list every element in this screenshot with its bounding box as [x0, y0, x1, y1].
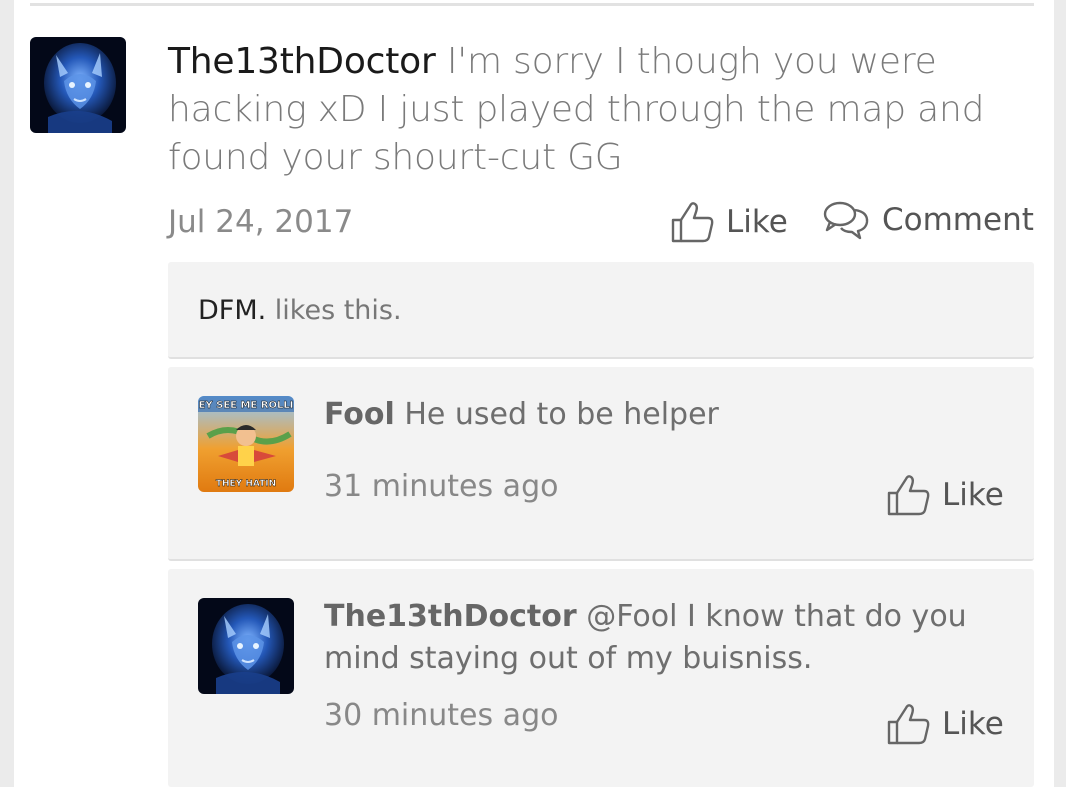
- comment-icon: [823, 201, 869, 240]
- avatar-bottom-caption: THEY HATIN: [216, 479, 276, 489]
- reply-item: EY SEE ME ROLLI THEY HATIN Fool He used …: [168, 367, 1034, 561]
- post-username[interactable]: The13thDoctor: [168, 41, 436, 82]
- reply-like-label: Like: [942, 706, 1004, 742]
- thumbs-up-icon: [671, 202, 714, 243]
- avatar-top-caption: EY SEE ME ROLLI: [199, 400, 294, 411]
- wolf-avatar-icon[interactable]: [198, 598, 294, 694]
- reply-like-button[interactable]: Like: [886, 700, 1004, 748]
- thumbs-up-icon: [887, 704, 930, 745]
- reply-text: Fool He used to be helper: [324, 394, 1014, 436]
- right-rail: [1054, 0, 1066, 787]
- post-like-button[interactable]: Like: [670, 198, 788, 246]
- reply-like-button[interactable]: Like: [886, 471, 1004, 519]
- post-date[interactable]: Jul 24, 2017: [168, 200, 353, 244]
- top-divider: [30, 3, 1034, 6]
- post-comment-label: Comment: [882, 202, 1034, 238]
- post-like-label: Like: [726, 204, 788, 240]
- reply-text: The13thDoctor @Fool I know that do you m…: [324, 596, 1014, 680]
- liker-name[interactable]: DFM.: [198, 295, 266, 326]
- reply-username[interactable]: Fool: [324, 397, 395, 432]
- meme-avatar-icon[interactable]: EY SEE ME ROLLI THEY HATIN: [198, 396, 294, 492]
- post-comment-button[interactable]: Comment: [822, 196, 1034, 244]
- left-rail: [0, 0, 14, 787]
- likes-summary: DFM. likes this.: [168, 262, 1034, 359]
- reply-time[interactable]: 30 minutes ago: [324, 695, 558, 737]
- reply-like-label: Like: [942, 477, 1004, 513]
- wolf-avatar-icon[interactable]: [30, 37, 126, 133]
- reply-username[interactable]: The13thDoctor: [324, 599, 577, 634]
- thumbs-up-icon: [887, 475, 930, 516]
- reply-time[interactable]: 31 minutes ago: [324, 466, 558, 508]
- post-text: The13thDoctor I'm sorry I though you wer…: [168, 38, 1028, 182]
- likes-line: DFM. likes this.: [198, 292, 402, 330]
- likes-suffix: likes this.: [266, 295, 402, 326]
- reply-message: He used to be helper: [404, 397, 719, 432]
- reply-item: The13thDoctor @Fool I know that do you m…: [168, 569, 1034, 787]
